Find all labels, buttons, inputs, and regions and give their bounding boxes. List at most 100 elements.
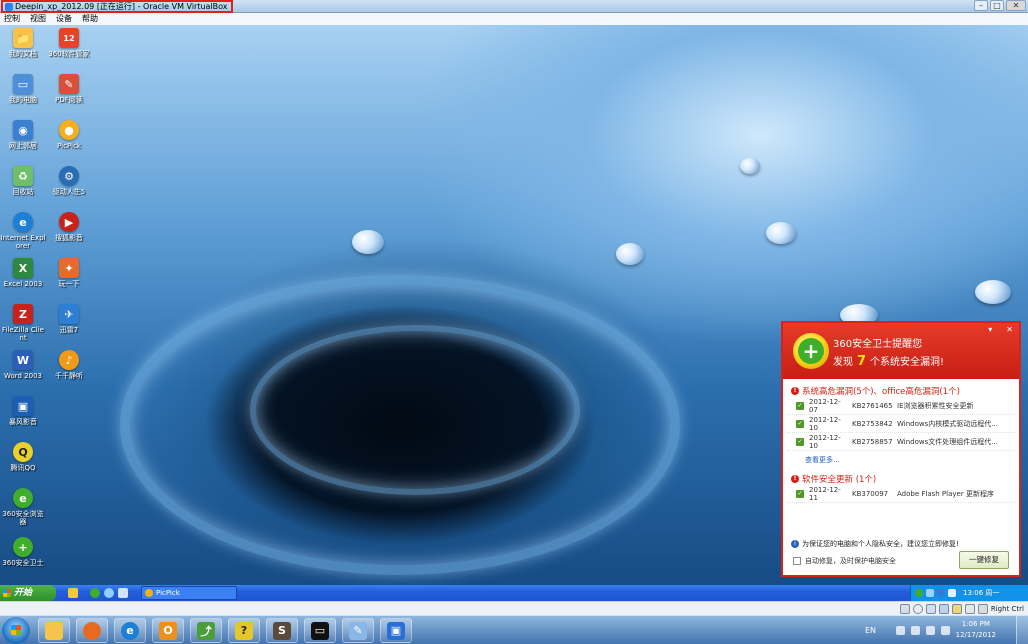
- language-indicator[interactable]: EN: [865, 626, 876, 635]
- taskbar-ie-button[interactable]: e: [114, 618, 146, 643]
- desktop-icon-thunder[interactable]: ✈ 迅雷7: [46, 304, 92, 334]
- tray-network-icon[interactable]: [926, 589, 934, 597]
- droplet-decoration: [740, 158, 760, 174]
- one-click-fix-button[interactable]: 一键修复: [959, 551, 1009, 569]
- menu-help[interactable]: 帮助: [82, 13, 98, 25]
- show-desktop-button[interactable]: [1016, 616, 1028, 644]
- picpick-icon: ●: [59, 120, 79, 140]
- keyboard-icon[interactable]: [978, 604, 988, 614]
- word-icon: W: [13, 350, 33, 370]
- xp-start-button[interactable]: 开始: [0, 585, 56, 601]
- taskbar-help-button[interactable]: ?: [228, 618, 260, 643]
- desktop-icon-recycle-bin[interactable]: ♻ 回收站: [0, 166, 46, 196]
- droplet-decoration: [352, 230, 384, 254]
- auto-fix-option[interactable]: 自动修复，及时保护电脑安全: [793, 556, 896, 566]
- taskbar-cmd-button[interactable]: ▭: [304, 618, 336, 643]
- chart-app-icon: ⤴: [197, 621, 215, 640]
- firefox-icon: [83, 621, 101, 640]
- tray-volume-icon[interactable]: [948, 589, 956, 597]
- desktop-icon-play[interactable]: ✦ 玩一下: [46, 258, 92, 288]
- desktop-icon-excel[interactable]: X Excel 2003: [0, 258, 46, 288]
- menu-devices[interactable]: 设备: [56, 13, 72, 25]
- footer-note: i 为保证您的电脑和个人隐私安全，建议您立即修复!: [791, 539, 959, 549]
- tray-thunder-icon[interactable]: [937, 589, 945, 597]
- optical-drive-icon[interactable]: [913, 604, 923, 614]
- desktop-icon-network[interactable]: ◉ 网上邻居: [0, 120, 46, 150]
- desktop-icon-word[interactable]: W Word 2003: [0, 350, 46, 380]
- hard-disk-icon[interactable]: [900, 604, 910, 614]
- vulnerability-row[interactable]: ✓ 2012-12-10 KB2758857 Windows文件处理组件远程代.…: [787, 433, 1015, 451]
- desktop-icon-picpick[interactable]: ● PicPick: [46, 120, 92, 150]
- tray-volume-icon[interactable]: [941, 626, 950, 635]
- desktop-icon-ttplayer[interactable]: ♪ 千千静听: [46, 350, 92, 380]
- tray-network-icon[interactable]: [911, 626, 920, 635]
- tray-360-icon[interactable]: [915, 589, 923, 597]
- taskbar-explorer-button[interactable]: [38, 618, 70, 643]
- taskbar-virtualbox-button[interactable]: ▣: [380, 618, 412, 643]
- tray-power-icon[interactable]: [926, 626, 935, 635]
- desktop-icon-filezilla[interactable]: Z FileZilla Client: [0, 304, 46, 342]
- quicklaunch-ie-icon[interactable]: [104, 588, 114, 598]
- auto-fix-checkbox[interactable]: [793, 557, 801, 565]
- video-player-icon: ▶: [59, 212, 79, 232]
- see-more-link[interactable]: 查看更多...: [783, 451, 1019, 467]
- network-adapter-icon[interactable]: [939, 604, 949, 614]
- taskbar-item-picpick[interactable]: PicPick: [141, 586, 237, 600]
- taskbar-paint-button[interactable]: ✎: [342, 618, 374, 643]
- menu-view[interactable]: 视图: [30, 13, 46, 25]
- desktop-icon-pdf-reader[interactable]: ✎ PDF阅读: [46, 74, 92, 104]
- desktop-icon-360-software-manager[interactable]: 12 360软件管家: [46, 28, 92, 58]
- software-update-row[interactable]: ✓ 2012-12-11 KB370097 Adobe Flash Player…: [787, 485, 1015, 503]
- ie-icon: e: [13, 212, 33, 232]
- 360-security-popup: ▾ ✕ + 360安全卫士提醒您 发现 7 个系统安全漏洞! ! 系统高危漏洞(5个…: [781, 321, 1021, 577]
- qq-icon: Q: [13, 442, 33, 462]
- taskbar-firefox-button[interactable]: [76, 618, 108, 643]
- outlook-icon: O: [159, 621, 177, 640]
- folder-icon: [45, 621, 63, 640]
- popup-close-button[interactable]: ✕: [1006, 325, 1013, 334]
- usb-icon[interactable]: [926, 604, 936, 614]
- network-icon: ◉: [13, 120, 33, 140]
- window-title: Deepin_xp_2012.09 [正在运行] - Oracle VM Vir…: [15, 2, 228, 11]
- maximize-button[interactable]: □: [990, 0, 1004, 11]
- 360-browser-icon: e: [13, 488, 33, 508]
- desktop-icon-my-documents[interactable]: 📁 我的文档: [0, 28, 46, 58]
- desktop-icon-360-guard[interactable]: + 360安全卫士: [0, 537, 46, 567]
- patch-icon: ✓: [796, 437, 804, 446]
- minimize-button[interactable]: –: [974, 0, 988, 11]
- close-button[interactable]: ✕: [1006, 0, 1026, 11]
- desktop-icon-360-browser[interactable]: e 360安全浏览器: [0, 488, 46, 526]
- xp-clock: 13:06 周一: [963, 589, 1000, 597]
- host-clock[interactable]: 1:06 PM 12/17/2012: [956, 619, 996, 641]
- host-start-button[interactable]: [2, 617, 30, 644]
- vulnerability-row[interactable]: ✓ 2012-12-10 KB2753842 Windows内核模式驱动远程代.…: [787, 415, 1015, 433]
- taskbar-outlook-button[interactable]: O: [152, 618, 184, 643]
- desktop-icon-sohu-player[interactable]: ▶ 搜狐影音: [46, 212, 92, 242]
- desktop-icon-driver-genius[interactable]: ⚙ 驱动人生5: [46, 166, 92, 196]
- desktop-icon-storm-player[interactable]: ▣ 暴风影音: [0, 396, 46, 426]
- quicklaunch-browser-icon[interactable]: [90, 588, 100, 598]
- desktop-icon-qq[interactable]: Q 腾讯QQ: [0, 442, 46, 472]
- warning-icon: !: [791, 387, 799, 395]
- taskbar-s-app-button[interactable]: S: [266, 618, 298, 643]
- quicklaunch-apps-icon[interactable]: [68, 588, 78, 598]
- vulnerability-count: 7: [857, 354, 867, 369]
- vulnerability-row[interactable]: ✓ 2012-12-07 KB2761465 IE浏览器积累性安全更新: [787, 397, 1015, 415]
- game-icon: ✦: [59, 258, 79, 278]
- info-icon: i: [791, 540, 799, 548]
- taskbar-chart-app-button[interactable]: ⤴: [190, 618, 222, 643]
- desktop-icon-my-computer[interactable]: ▭ 我的电脑: [0, 74, 46, 104]
- desktop-icon-internet-explorer[interactable]: e Internet Explorer: [0, 212, 46, 250]
- shared-folders-icon[interactable]: [952, 604, 962, 614]
- popup-minimize-button[interactable]: ▾: [988, 325, 992, 334]
- host-key-label: Right Ctrl: [990, 605, 1024, 613]
- host-date: 12/17/2012: [955, 631, 996, 639]
- tray-flag-icon[interactable]: [896, 626, 905, 635]
- quicklaunch-desktop-icon[interactable]: [118, 588, 128, 598]
- command-prompt-icon: ▭: [311, 621, 329, 640]
- vbox-statusbar: Right Ctrl: [0, 601, 1028, 615]
- window-controls: – □ ✕: [974, 0, 1026, 11]
- mouse-integration-icon[interactable]: [965, 604, 975, 614]
- menu-control[interactable]: 控制: [4, 13, 20, 25]
- vbox-menubar: 控制 视图 设备 帮助: [0, 13, 1028, 25]
